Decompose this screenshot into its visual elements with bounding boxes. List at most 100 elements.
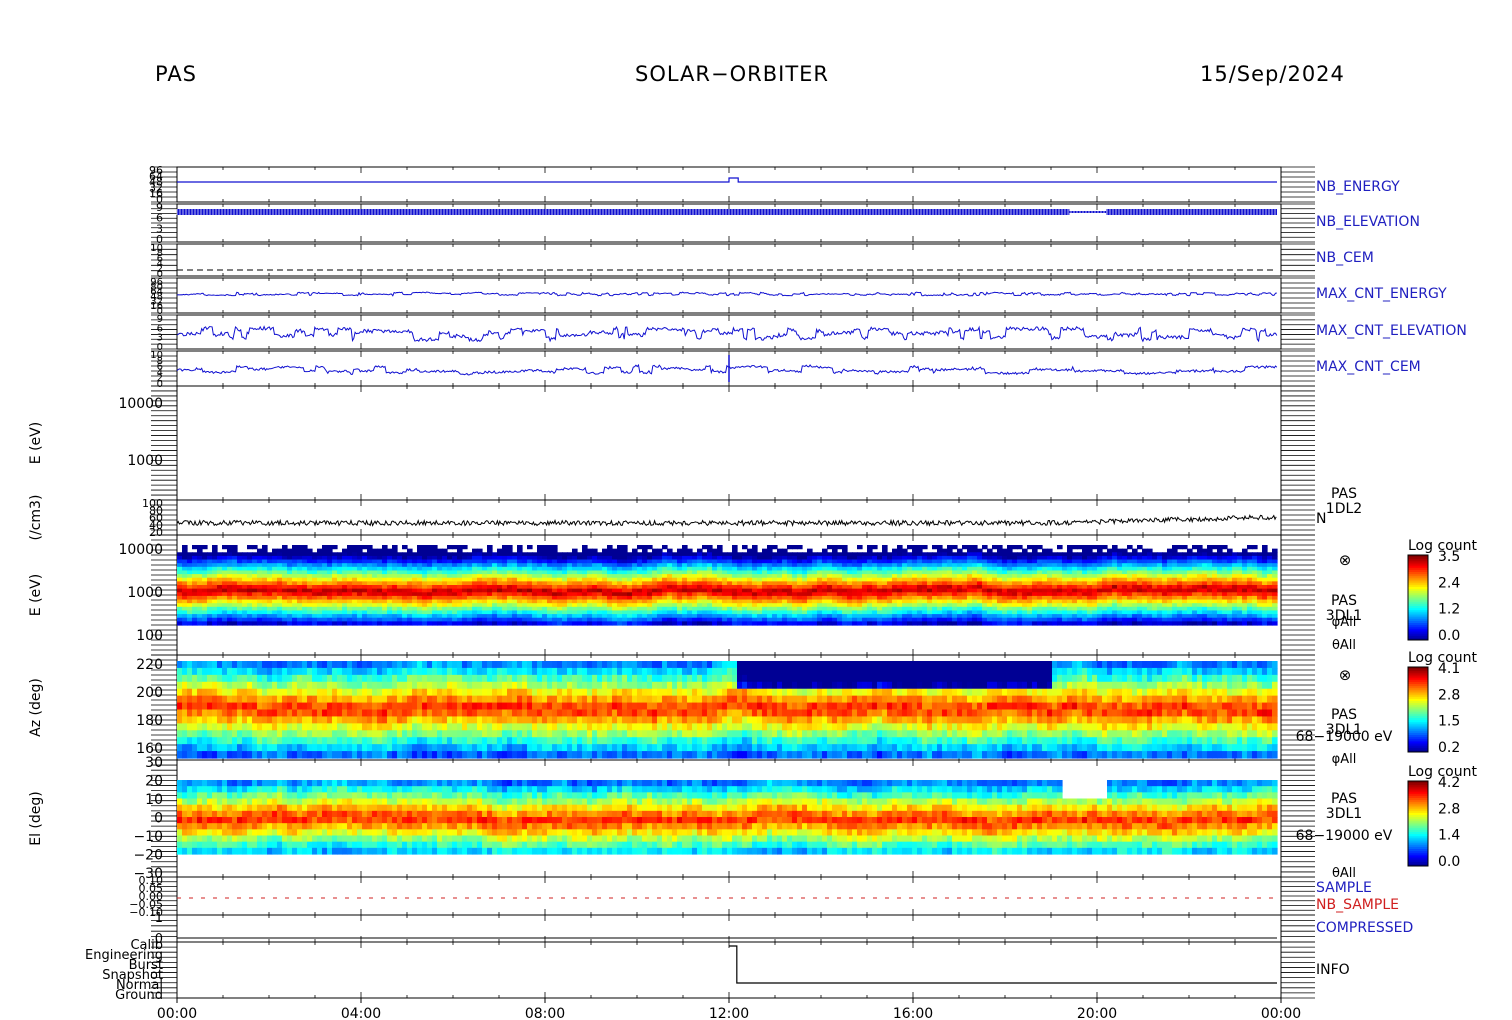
spectrogram-cell bbox=[882, 595, 888, 601]
spectrogram-cell bbox=[527, 585, 533, 590]
spectrogram-cell bbox=[587, 606, 593, 612]
spectrogram-cell bbox=[612, 577, 618, 582]
spectrogram-cell bbox=[267, 566, 273, 572]
spectrogram-cell bbox=[677, 574, 683, 579]
spectrogram-cell bbox=[857, 570, 863, 575]
spectrogram-cell bbox=[917, 599, 923, 604]
spectrogram-cell bbox=[637, 545, 643, 550]
spectrogram-cell bbox=[352, 563, 358, 568]
spectrogram-cell bbox=[877, 603, 883, 608]
spectrogram-cell bbox=[337, 599, 343, 604]
spectrogram-cell bbox=[627, 595, 633, 601]
spectrogram-cell bbox=[322, 555, 328, 561]
spectrogram-cell bbox=[872, 585, 878, 590]
spectrogram-cell bbox=[477, 603, 483, 608]
spectrogram-cell bbox=[592, 606, 598, 612]
spectrogram-cell bbox=[227, 545, 233, 550]
spectrogram-cell bbox=[552, 574, 558, 579]
spectrogram-cell bbox=[572, 621, 578, 626]
spectrogram-cell bbox=[922, 603, 928, 608]
spectrogram-cell bbox=[262, 614, 268, 619]
spectrogram-cell bbox=[432, 588, 438, 593]
spectrogram-cell bbox=[452, 592, 458, 597]
spectrogram-cell bbox=[282, 552, 288, 557]
spectrogram-cell bbox=[192, 566, 198, 572]
spectrogram-cell bbox=[457, 603, 463, 608]
spectrogram-cell bbox=[177, 599, 183, 604]
spectrogram-cell bbox=[302, 581, 308, 586]
spectrogram-cell bbox=[237, 614, 243, 619]
spectrogram-cell bbox=[897, 555, 903, 561]
spectrogram-cell bbox=[682, 570, 688, 575]
spectrogram-cell bbox=[247, 577, 253, 582]
spectrogram-cell bbox=[812, 559, 818, 564]
spectrogram-cell bbox=[237, 577, 243, 582]
spectrogram-cell bbox=[357, 617, 363, 622]
spectrogram-cell bbox=[797, 581, 803, 586]
spectrogram-cell bbox=[807, 606, 813, 612]
spectrogram-cell bbox=[237, 552, 243, 557]
spectrogram-cell bbox=[192, 577, 198, 582]
spectrogram-cell bbox=[342, 588, 348, 593]
spectrogram-cell bbox=[237, 585, 243, 590]
spectrogram-cell bbox=[512, 599, 518, 604]
spectrogram-cell bbox=[537, 555, 543, 561]
spectrogram-cell bbox=[322, 595, 328, 601]
spectrogram-cell bbox=[907, 555, 913, 561]
spectrogram-cell bbox=[247, 603, 253, 608]
spectrogram-cell bbox=[907, 581, 913, 586]
spectrogram-cell bbox=[282, 585, 288, 590]
spectrogram-cell bbox=[662, 563, 668, 568]
spectrogram-cell bbox=[452, 577, 458, 582]
spectrogram-cell bbox=[707, 603, 713, 608]
spectrogram-cell bbox=[887, 574, 893, 579]
spectrogram-cell bbox=[592, 555, 598, 561]
spectrogram-cell bbox=[972, 606, 978, 612]
spectrogram-cell bbox=[322, 621, 328, 626]
spectrogram-cell bbox=[492, 603, 498, 608]
spectrogram-cell bbox=[377, 548, 383, 553]
spectrogram-cell bbox=[807, 577, 813, 582]
spectrogram-cell bbox=[322, 577, 328, 582]
spectrogram-cell bbox=[977, 599, 983, 604]
spectrogram-cell bbox=[842, 614, 848, 619]
spectrogram-cell bbox=[897, 552, 903, 557]
spectrogram-cell bbox=[237, 581, 243, 586]
spectrogram-cell bbox=[682, 548, 688, 553]
spectrogram-cell bbox=[692, 566, 698, 572]
spectrogram-cell bbox=[807, 574, 813, 579]
spectrogram-cell bbox=[247, 555, 253, 561]
spectrogram-cell bbox=[357, 595, 363, 601]
spectrogram-cell bbox=[277, 552, 283, 557]
spectrogram-cell bbox=[207, 570, 213, 575]
spectrogram-cell bbox=[327, 577, 333, 582]
spectrogram-cell bbox=[857, 585, 863, 590]
spectrogram-cell bbox=[952, 563, 958, 568]
spectrogram-cell bbox=[237, 621, 243, 626]
spectrogram-cell bbox=[247, 559, 253, 564]
spectrogram-cell bbox=[827, 545, 833, 550]
spectrogram-cell bbox=[757, 595, 763, 601]
spectrogram-cell bbox=[937, 574, 943, 579]
spectrogram-cell bbox=[252, 552, 258, 557]
spectrogram-cell bbox=[992, 566, 998, 572]
spectrogram-cell bbox=[352, 588, 358, 593]
spectrogram-cell bbox=[487, 552, 493, 557]
spectrogram-cell bbox=[787, 552, 793, 557]
spectrogram-cell bbox=[502, 614, 508, 619]
spectrogram-cell bbox=[182, 545, 188, 550]
spectrogram-cell bbox=[247, 592, 253, 597]
spectrogram-cell bbox=[267, 606, 273, 612]
spectrogram-cell bbox=[367, 595, 373, 601]
spectrogram-cell bbox=[387, 563, 393, 568]
spectrogram-cell bbox=[812, 577, 818, 582]
spectrogram-cell bbox=[312, 559, 318, 564]
spectrogram-cell bbox=[747, 566, 753, 572]
spectrogram-cell bbox=[882, 566, 888, 572]
spectrogram-cell bbox=[372, 614, 378, 619]
spectrogram-cell bbox=[802, 592, 808, 597]
spectrogram-cell bbox=[657, 610, 663, 615]
spectrogram-cell bbox=[232, 555, 238, 561]
spectrogram-cell bbox=[342, 563, 348, 568]
spectrogram-cell bbox=[687, 599, 693, 604]
